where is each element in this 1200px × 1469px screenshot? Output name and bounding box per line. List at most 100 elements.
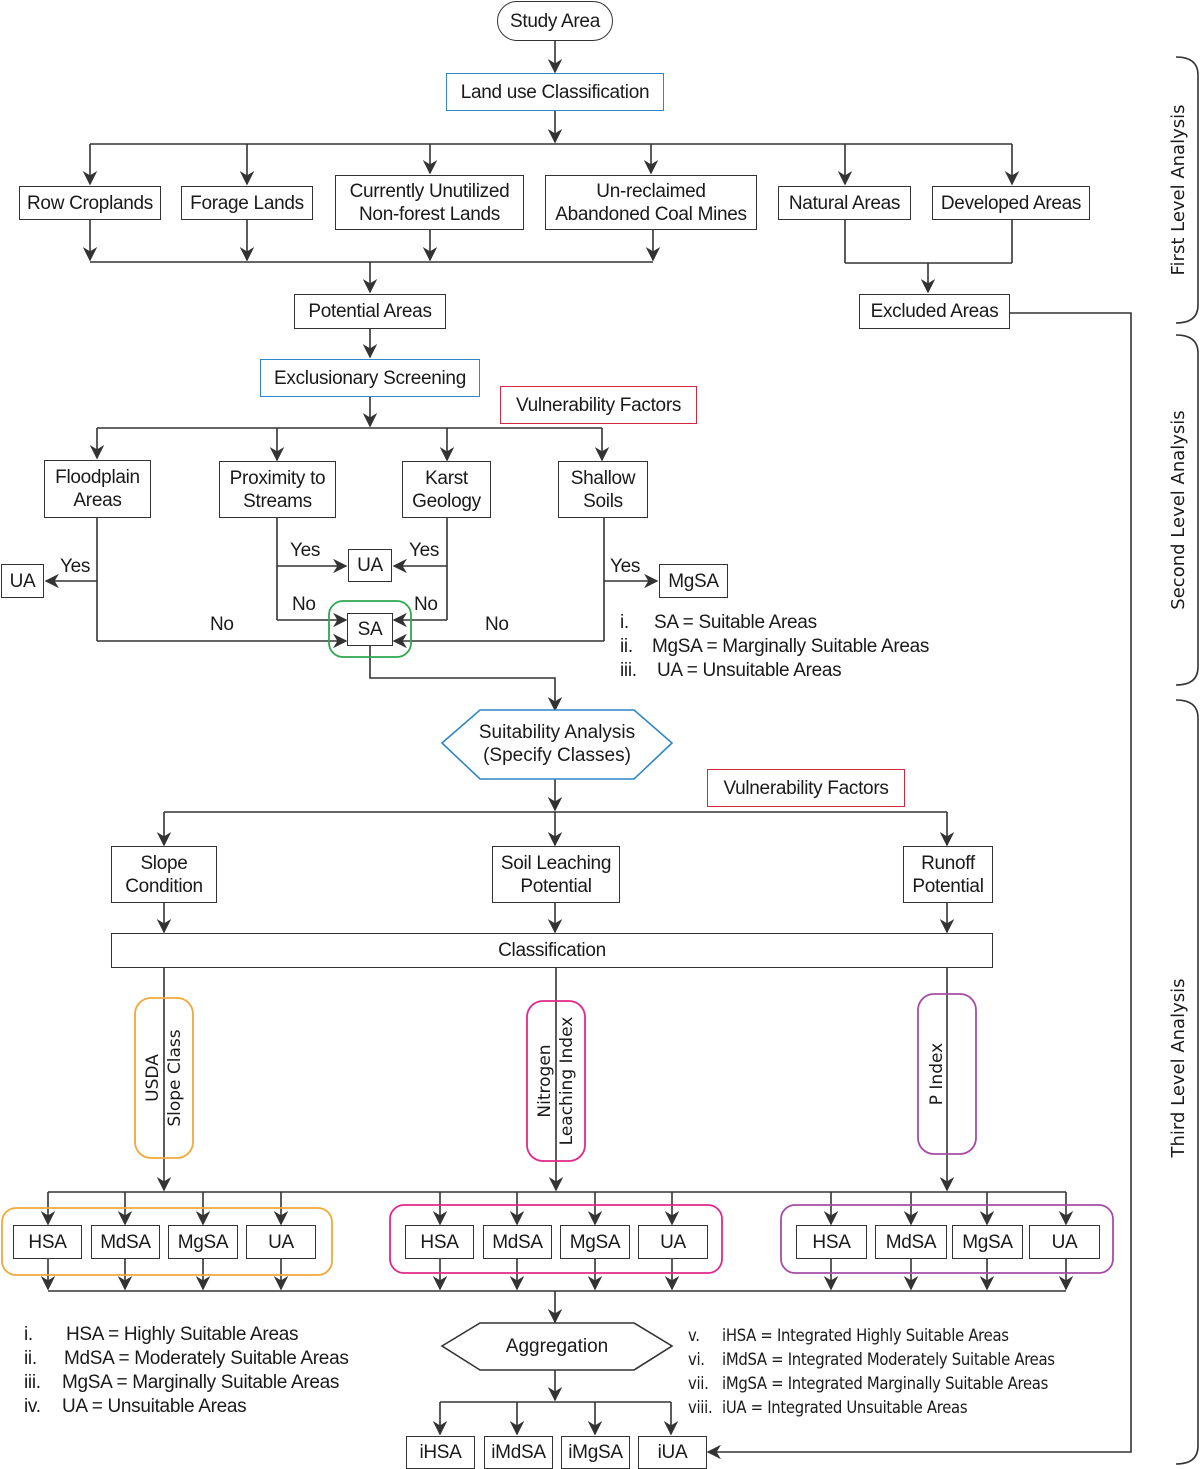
aggregation-text: Aggregation xyxy=(505,1335,609,1357)
output-imdsa: iMdSA xyxy=(484,1436,553,1469)
class-box-ua: UA xyxy=(246,1225,316,1259)
slope-condition-node: Slope Condition xyxy=(111,846,217,903)
potential-areas-label: Potential Areas xyxy=(308,301,432,322)
class-label: MdSA xyxy=(885,1231,937,1253)
ua-center-label: UA xyxy=(357,555,383,576)
study-area-node: Study Area xyxy=(497,1,613,41)
first-level-analysis-label: First Level Analysis xyxy=(1168,104,1189,276)
legend-text: UA = Unsuitable Areas xyxy=(62,1396,247,1417)
legend-num: iii. xyxy=(24,1372,41,1393)
output-label: iMgSA xyxy=(568,1442,623,1463)
class-label: MgSA xyxy=(962,1231,1013,1253)
usda-slope-class-label: USDA Slope Class xyxy=(142,998,186,1158)
legend-num: ii. xyxy=(24,1348,37,1369)
third-level-legend-right: v. iHSA = Integrated Highly Suitable Area… xyxy=(678,1324,1055,1420)
aggregation-label: Aggregation xyxy=(480,1333,634,1359)
output-label: iMdSA xyxy=(491,1442,546,1463)
nitrogen-leaching-index-label: Nitrogen Leaching Index xyxy=(534,1001,578,1161)
legend-num: i. xyxy=(620,612,629,633)
legend-num: i. xyxy=(24,1324,33,1345)
class-label: MdSA xyxy=(492,1231,543,1253)
output-iua: iUA xyxy=(638,1436,707,1469)
legend-row: viii. iUA = Integrated Unsuitable Areas xyxy=(678,1396,1055,1420)
ua-center-node: UA xyxy=(348,549,392,582)
soil-leaching-node: Soil Leaching Potential xyxy=(492,846,620,903)
class-label: MdSA xyxy=(100,1231,151,1253)
class-label: UA xyxy=(660,1231,686,1253)
usda-label: USDA xyxy=(143,1054,163,1102)
legend-text: UA = Unsuitable Areas xyxy=(657,660,842,681)
classification-label: Classification xyxy=(498,940,606,961)
class-label: UA xyxy=(1051,1231,1078,1253)
legend-num: viii. xyxy=(688,1398,713,1417)
output-ihsa: iHSA xyxy=(406,1436,475,1469)
legend-row: vi. iMdSA = Integrated Moderately Suitabl… xyxy=(678,1348,1055,1372)
suitability-label-1: Suitability Analysis xyxy=(478,722,636,743)
forage-lands-node: Forage Lands xyxy=(181,186,313,220)
ua-left-label: UA xyxy=(9,570,36,592)
row-croplands-label: Row Croplands xyxy=(27,192,153,214)
nitrogen-label: Nitrogen xyxy=(535,1044,555,1118)
output-label: iUA xyxy=(657,1442,688,1463)
proximity-label-1: Proximity to xyxy=(229,467,326,489)
p-index-label: P Index xyxy=(926,1004,948,1144)
excluded-areas-node: Excluded Areas xyxy=(859,294,1010,329)
legend-text: MgSA = Marginally Suitable Areas xyxy=(62,1372,340,1393)
shallow-yes-label: Yes xyxy=(610,556,641,577)
legend-num: v. xyxy=(688,1326,700,1345)
unutilized-label-1: Currently Unutilized xyxy=(349,180,510,202)
shallow-no-label: No xyxy=(485,614,509,635)
legend-row: vii. iMgSA = Integrated Marginally Suitab… xyxy=(678,1372,1055,1396)
legend-num: iv. xyxy=(24,1396,41,1417)
coal-mines-node: Un-reclaimed Abandoned Coal Mines xyxy=(545,175,757,230)
soil-leaching-label-1: Soil Leaching xyxy=(500,852,612,874)
legend-text: MgSA = Marginally Suitable Areas xyxy=(652,636,930,657)
legend-text: MdSA = Moderately Suitable Areas xyxy=(64,1348,349,1369)
third-level-legend-left: i. HSA = Highly Suitable Areas ii. MdSA = … xyxy=(24,1323,349,1419)
karst-yes-label: Yes xyxy=(409,540,440,561)
second-level-legend: i. SA = Suitable Areas ii. MgSA = Marginal… xyxy=(620,611,929,683)
legend-text: iHSA = Integrated Highly Suitable Areas xyxy=(722,1326,1009,1345)
leaching-index-label: Leaching Index xyxy=(557,1016,577,1146)
class-box-mdsa: MdSA xyxy=(483,1225,552,1259)
class-label: HSA xyxy=(28,1231,67,1253)
karst-label-1: Karst xyxy=(425,467,468,489)
second-level-analysis-label: Second Level Analysis xyxy=(1168,410,1189,610)
vulnerability-label-1: Vulnerability Factors xyxy=(515,394,682,416)
class-box-ua: UA xyxy=(1029,1225,1100,1259)
class-label: HSA xyxy=(812,1231,851,1253)
legend-row: i. SA = Suitable Areas xyxy=(620,611,929,635)
floodplain-label-2: Areas xyxy=(73,490,122,511)
floodplain-yes-label: Yes xyxy=(60,556,91,577)
floodplain-node: Floodplain Areas xyxy=(44,460,151,518)
sa-label: SA xyxy=(357,619,383,640)
runoff-label-2: Potential xyxy=(912,875,984,897)
soil-leaching-label-2: Potential xyxy=(520,875,592,897)
class-box-mdsa: MdSA xyxy=(91,1225,160,1259)
shallow-label-2: Soils xyxy=(583,490,623,512)
legend-text: iUA = Integrated Unsuitable Areas xyxy=(722,1398,968,1417)
sa-node: SA xyxy=(347,613,393,646)
suitability-analysis-label: Suitability Analysis (Specify Classes) xyxy=(470,718,644,770)
unutilized-label-2: Non-forest Lands xyxy=(359,203,500,225)
proximity-no-label: No xyxy=(292,594,316,615)
class-box-mgsa: MgSA xyxy=(168,1225,238,1259)
runoff-potential-node: Runoff Potential xyxy=(903,846,993,903)
legend-row: iii. UA = Unsuitable Areas xyxy=(620,659,929,683)
mgsa-label: MgSA xyxy=(668,570,719,592)
floodplain-no-label: No xyxy=(210,614,234,635)
proximity-label-2: Streams xyxy=(243,490,312,512)
shallow-label-1: Shallow xyxy=(570,467,636,489)
proximity-streams-node: Proximity to Streams xyxy=(219,461,336,518)
legend-text: SA = Suitable Areas xyxy=(654,612,817,633)
coal-mines-label-1: Un-reclaimed xyxy=(596,180,706,202)
slope-label-2: Condition xyxy=(125,875,203,897)
class-label: HSA xyxy=(420,1231,459,1253)
legend-text: HSA = Highly Suitable Areas xyxy=(66,1324,299,1345)
class-label: MgSA xyxy=(177,1231,229,1253)
slope-class-label: Slope Class xyxy=(165,1029,185,1127)
runoff-label-1: Runoff xyxy=(921,852,975,874)
shallow-soils-node: Shallow Soils xyxy=(558,461,648,518)
class-box-ua: UA xyxy=(638,1225,708,1259)
legend-text: iMdSA = Integrated Moderately Suitable A… xyxy=(722,1350,1055,1369)
